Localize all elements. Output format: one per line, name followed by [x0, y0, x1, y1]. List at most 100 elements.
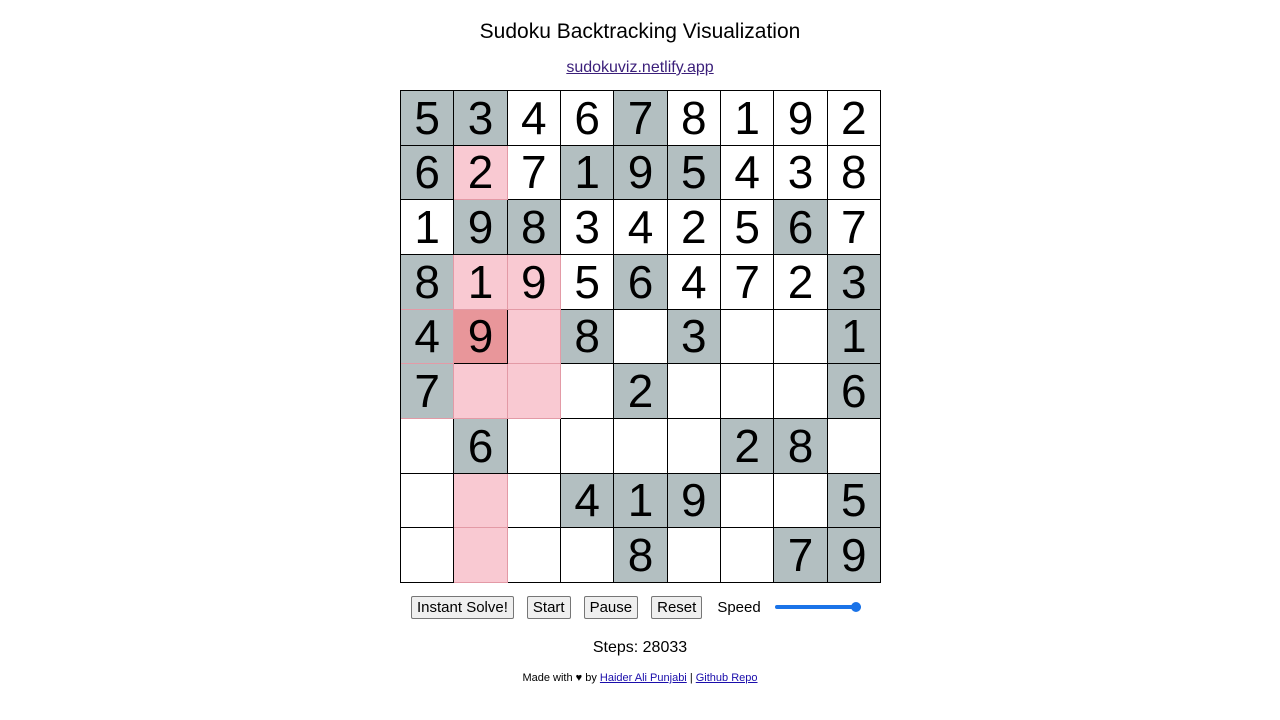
board-cell-r9c6 — [667, 528, 721, 583]
board-cell-r4c6: 4 — [667, 255, 721, 310]
footer-separator: | — [686, 672, 696, 684]
board-cell-r5c1: 4 — [401, 309, 455, 365]
board-cell-r1c5: 7 — [614, 91, 668, 146]
board-cell-r5c7 — [720, 309, 775, 365]
site-link[interactable]: sudokuviz.netlify.app — [0, 58, 1280, 78]
board-cell-r1c4: 6 — [560, 91, 615, 146]
board-cell-r2c7: 4 — [720, 145, 775, 201]
board-cell-r8c2 — [454, 473, 508, 529]
board-cell-r2c6: 5 — [667, 145, 721, 201]
board-cell-r7c8: 8 — [774, 419, 828, 474]
speed-label: Speed — [717, 598, 761, 616]
board-cell-r4c7: 7 — [720, 255, 775, 310]
board-cell-r2c5: 9 — [614, 145, 668, 201]
board-cell-r6c6 — [667, 364, 721, 419]
board-cell-r3c2: 9 — [454, 200, 508, 255]
board-cell-r3c7: 5 — [720, 200, 775, 255]
board-cell-r9c2 — [454, 528, 508, 583]
speed-slider-track — [774, 605, 861, 609]
board-cell-r7c2: 6 — [454, 419, 508, 474]
board-cell-r2c3: 7 — [507, 145, 561, 201]
footer: Made with ♥ by Haider Ali Punjabi | Gith… — [0, 671, 1280, 685]
board-cell-r5c3 — [507, 309, 561, 365]
steps-counter: Steps: 28033 — [592, 639, 688, 656]
board-cell-r2c2: 2 — [454, 145, 508, 201]
board-cell-r6c1: 7 — [401, 364, 455, 419]
board-cell-r9c3 — [507, 528, 561, 583]
board-cell-r8c3 — [507, 473, 561, 529]
board-cell-r1c1: 5 — [401, 91, 455, 146]
board-cell-r3c1: 1 — [401, 200, 455, 255]
board-cell-r6c3 — [507, 364, 561, 419]
page-title: Sudoku Backtracking Visualization — [479, 20, 801, 43]
board-cell-r4c4: 5 — [560, 255, 615, 310]
board-cell-r7c6 — [667, 419, 721, 474]
board-cell-r1c3: 4 — [507, 91, 561, 146]
footer-prefix: Made with ♥ by — [522, 672, 600, 684]
board-cell-r8c5: 1 — [614, 473, 668, 529]
board-cell-r3c6: 2 — [667, 200, 721, 255]
board-cell-r8c4: 4 — [560, 473, 615, 529]
board-cell-r8c6: 9 — [667, 473, 721, 529]
board-cell-r3c3: 8 — [507, 200, 561, 255]
board-cell-r1c9: 2 — [827, 91, 881, 146]
board-cell-r4c8: 2 — [774, 255, 828, 310]
instant-solve-button[interactable]: Instant Solve! — [411, 595, 514, 619]
board-cell-r5c2: 9 — [454, 309, 508, 365]
board-cell-r7c3 — [507, 419, 561, 474]
pause-button[interactable]: Pause — [583, 595, 639, 619]
board-cell-r6c8 — [774, 364, 828, 419]
speed-slider-thumb[interactable] — [850, 602, 861, 612]
board-cell-r1c2: 3 — [454, 91, 508, 146]
board-cell-r4c5: 6 — [614, 255, 668, 310]
board-cell-r2c9: 8 — [827, 145, 881, 201]
board-cell-r3c4: 3 — [560, 200, 615, 255]
board-cell-r1c8: 9 — [774, 91, 828, 146]
board-cell-r3c5: 4 — [614, 200, 668, 255]
board-cell-r7c7: 2 — [720, 419, 775, 474]
board-cell-r7c4 — [560, 419, 615, 474]
board-cell-r2c8: 3 — [774, 145, 828, 201]
board-cell-r6c9: 6 — [827, 364, 881, 419]
board-cell-r1c6: 8 — [667, 91, 721, 146]
board-cell-r7c5 — [614, 419, 668, 474]
board-cell-r2c1: 6 — [401, 145, 455, 201]
board-cell-r9c5: 8 — [614, 528, 668, 583]
board-cell-r4c1: 8 — [401, 255, 455, 310]
board-cell-r6c4 — [560, 364, 615, 419]
board-cell-r9c1 — [401, 528, 455, 583]
sudoku-board: 5346781926271954381983425678195647234983… — [400, 90, 881, 583]
board-cell-r5c4: 8 — [560, 309, 615, 365]
board-cell-r8c8 — [774, 473, 828, 529]
board-cell-r5c5 — [614, 309, 668, 365]
board-cell-r4c2: 1 — [454, 255, 508, 310]
board-cell-r4c3: 9 — [507, 255, 561, 310]
board-cell-r4c9: 3 — [827, 255, 881, 310]
board-cell-r9c9: 9 — [827, 528, 881, 583]
board-cell-r7c1 — [401, 419, 455, 474]
board-cell-r8c9: 5 — [827, 473, 881, 529]
speed-slider[interactable] — [774, 599, 861, 615]
start-button[interactable]: Start — [526, 595, 571, 619]
board-cell-r6c7 — [720, 364, 775, 419]
page: Sudoku Backtracking Visualization sudoku… — [0, 0, 1280, 720]
reset-button[interactable]: Reset — [651, 595, 703, 619]
board-cell-r1c7: 1 — [720, 91, 775, 146]
board-cell-r5c9: 1 — [827, 309, 881, 365]
board-cell-r3c8: 6 — [774, 200, 828, 255]
board-cell-r2c4: 1 — [560, 145, 615, 201]
board-cell-r5c8 — [774, 309, 828, 365]
board-cell-r9c4 — [560, 528, 615, 583]
board-cell-r7c9 — [827, 419, 881, 474]
board-cell-r6c5: 2 — [614, 364, 668, 419]
board-cell-r5c6: 3 — [667, 309, 721, 365]
github-repo-link[interactable]: Github Repo — [696, 672, 758, 684]
board-cell-r9c7 — [720, 528, 775, 583]
board-cell-r3c9: 7 — [827, 200, 881, 255]
board-cell-r8c1 — [401, 473, 455, 529]
board-cell-r8c7 — [720, 473, 775, 529]
board-cell-r9c8: 7 — [774, 528, 828, 583]
author-link[interactable]: Haider Ali Punjabi — [600, 672, 687, 684]
controls-bar: Instant Solve! Start Pause Reset Speed — [411, 595, 861, 619]
board-cell-r6c2 — [454, 364, 508, 419]
